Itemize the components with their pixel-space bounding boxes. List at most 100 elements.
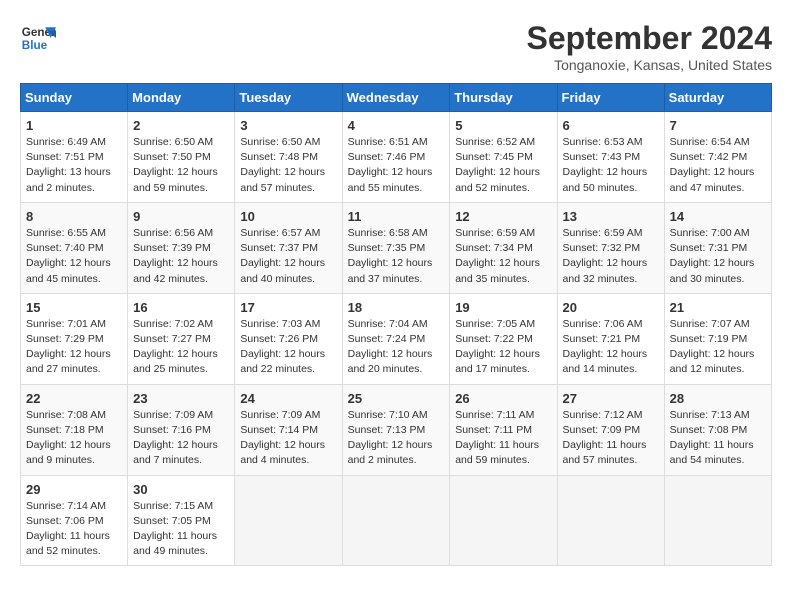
day-number: 22: [26, 391, 122, 406]
day-of-week-header: Friday: [557, 84, 664, 112]
day-info: Sunrise: 7:02 AM Sunset: 7:27 PM Dayligh…: [133, 317, 229, 378]
calendar-day-cell: 29Sunrise: 7:14 AM Sunset: 7:06 PM Dayli…: [21, 475, 128, 566]
calendar-day-cell: 12 Sunrise: 6:59 AM Sunset: 7:34 PM Dayli…: [450, 202, 557, 293]
day-info: Sunrise: 7:07 AM Sunset: 7:19 PM Dayligh…: [670, 317, 766, 378]
day-number: 28: [670, 391, 766, 406]
day-info: Sunrise: 7:11 AM Sunset: 7:11 PM Dayligh…: [455, 408, 551, 469]
logo-icon: General Blue: [20, 20, 56, 56]
calendar-day-cell: 21Sunrise: 7:07 AM Sunset: 7:19 PM Dayli…: [664, 293, 771, 384]
day-info: Sunrise: 7:13 AM Sunset: 7:08 PM Dayligh…: [670, 408, 766, 469]
day-info: Sunrise: 6:51 AM Sunset: 7:46 PM Dayligh…: [348, 135, 445, 196]
day-info: Sunrise: 6:53 AM Sunset: 7:43 PM Dayligh…: [563, 135, 659, 196]
day-number: 14: [670, 209, 766, 224]
day-info: Sunrise: 6:58 AM Sunset: 7:35 PM Dayligh…: [348, 226, 445, 287]
calendar-day-cell: 25 Sunrise: 7:10 AM Sunset: 7:13 PM Dayli…: [342, 384, 450, 475]
day-number: 1: [26, 118, 122, 133]
day-info: Sunrise: 6:59 AM Sunset: 7:32 PM Dayligh…: [563, 226, 659, 287]
day-info: Sunrise: 7:15 AM Sunset: 7:05 PM Dayligh…: [133, 499, 229, 560]
logo: General Blue: [20, 20, 56, 56]
day-info: Sunrise: 7:10 AM Sunset: 7:13 PM Dayligh…: [348, 408, 445, 469]
day-number: 20: [563, 300, 659, 315]
day-number: 5: [455, 118, 551, 133]
calendar-day-cell: 3Sunrise: 6:50 AM Sunset: 7:48 PM Daylig…: [235, 112, 342, 203]
calendar-day-cell: 28 Sunrise: 7:13 AM Sunset: 7:08 PM Dayli…: [664, 384, 771, 475]
day-number: 10: [240, 209, 336, 224]
calendar-day-cell: 18Sunrise: 7:04 AM Sunset: 7:24 PM Dayli…: [342, 293, 450, 384]
day-info: Sunrise: 6:55 AM Sunset: 7:40 PM Dayligh…: [26, 226, 122, 287]
calendar-day-cell: 4 Sunrise: 6:51 AM Sunset: 7:46 PM Daylig…: [342, 112, 450, 203]
calendar-day-cell: 27Sunrise: 7:12 AM Sunset: 7:09 PM Dayli…: [557, 384, 664, 475]
day-info: Sunrise: 7:01 AM Sunset: 7:29 PM Dayligh…: [26, 317, 122, 378]
calendar-day-cell: 8 Sunrise: 6:55 AM Sunset: 7:40 PM Daylig…: [21, 202, 128, 293]
month-year: September 2024: [527, 20, 772, 57]
day-info: Sunrise: 7:09 AM Sunset: 7:14 PM Dayligh…: [240, 408, 336, 469]
day-number: 9: [133, 209, 229, 224]
calendar-day-cell: 5 Sunrise: 6:52 AM Sunset: 7:45 PM Daylig…: [450, 112, 557, 203]
day-number: 30: [133, 482, 229, 497]
day-info: Sunrise: 6:54 AM Sunset: 7:42 PM Dayligh…: [670, 135, 766, 196]
day-number: 7: [670, 118, 766, 133]
calendar-day-cell: 11 Sunrise: 6:58 AM Sunset: 7:35 PM Dayli…: [342, 202, 450, 293]
calendar-day-cell: [557, 475, 664, 566]
day-number: 15: [26, 300, 122, 315]
day-info: Sunrise: 7:04 AM Sunset: 7:24 PM Dayligh…: [348, 317, 445, 378]
day-info: Sunrise: 7:06 AM Sunset: 7:21 PM Dayligh…: [563, 317, 659, 378]
day-number: 16: [133, 300, 229, 315]
day-info: Sunrise: 6:56 AM Sunset: 7:39 PM Dayligh…: [133, 226, 229, 287]
calendar-day-cell: 24 Sunrise: 7:09 AM Sunset: 7:14 PM Dayli…: [235, 384, 342, 475]
day-number: 12: [455, 209, 551, 224]
calendar-week-row: 1 Sunrise: 6:49 AM Sunset: 7:51 PM Daylig…: [21, 112, 772, 203]
calendar-day-cell: 13Sunrise: 6:59 AM Sunset: 7:32 PM Dayli…: [557, 202, 664, 293]
page-header: General Blue September 2024 Tonganoxie, …: [20, 20, 772, 73]
calendar-day-cell: 30 Sunrise: 7:15 AM Sunset: 7:05 PM Dayli…: [128, 475, 235, 566]
calendar-week-row: 29Sunrise: 7:14 AM Sunset: 7:06 PM Dayli…: [21, 475, 772, 566]
day-number: 17: [240, 300, 336, 315]
day-info: Sunrise: 7:05 AM Sunset: 7:22 PM Dayligh…: [455, 317, 551, 378]
day-info: Sunrise: 7:00 AM Sunset: 7:31 PM Dayligh…: [670, 226, 766, 287]
day-number: 3: [240, 118, 336, 133]
calendar-week-row: 8 Sunrise: 6:55 AM Sunset: 7:40 PM Daylig…: [21, 202, 772, 293]
calendar-day-cell: 15 Sunrise: 7:01 AM Sunset: 7:29 PM Dayli…: [21, 293, 128, 384]
day-of-week-header: Thursday: [450, 84, 557, 112]
day-info: Sunrise: 6:59 AM Sunset: 7:34 PM Dayligh…: [455, 226, 551, 287]
calendar-week-row: 15 Sunrise: 7:01 AM Sunset: 7:29 PM Dayli…: [21, 293, 772, 384]
calendar-day-cell: 7 Sunrise: 6:54 AM Sunset: 7:42 PM Daylig…: [664, 112, 771, 203]
day-info: Sunrise: 6:57 AM Sunset: 7:37 PM Dayligh…: [240, 226, 336, 287]
calendar-week-row: 22 Sunrise: 7:08 AM Sunset: 7:18 PM Dayli…: [21, 384, 772, 475]
calendar-day-cell: [664, 475, 771, 566]
day-info: Sunrise: 7:03 AM Sunset: 7:26 PM Dayligh…: [240, 317, 336, 378]
calendar-header-row: SundayMondayTuesdayWednesdayThursdayFrid…: [21, 84, 772, 112]
calendar-table: SundayMondayTuesdayWednesdayThursdayFrid…: [20, 83, 772, 566]
day-number: 23: [133, 391, 229, 406]
day-of-week-header: Saturday: [664, 84, 771, 112]
day-number: 4: [348, 118, 445, 133]
calendar-day-cell: 10 Sunrise: 6:57 AM Sunset: 7:37 PM Dayli…: [235, 202, 342, 293]
day-number: 8: [26, 209, 122, 224]
day-info: Sunrise: 6:49 AM Sunset: 7:51 PM Dayligh…: [26, 135, 122, 196]
calendar-day-cell: 6Sunrise: 6:53 AM Sunset: 7:43 PM Daylig…: [557, 112, 664, 203]
calendar-day-cell: [235, 475, 342, 566]
day-info: Sunrise: 7:14 AM Sunset: 7:06 PM Dayligh…: [26, 499, 122, 560]
day-of-week-header: Wednesday: [342, 84, 450, 112]
day-number: 24: [240, 391, 336, 406]
calendar-day-cell: 22 Sunrise: 7:08 AM Sunset: 7:18 PM Dayli…: [21, 384, 128, 475]
day-of-week-header: Sunday: [21, 84, 128, 112]
calendar-day-cell: 1 Sunrise: 6:49 AM Sunset: 7:51 PM Daylig…: [21, 112, 128, 203]
calendar-day-cell: 17 Sunrise: 7:03 AM Sunset: 7:26 PM Dayli…: [235, 293, 342, 384]
day-info: Sunrise: 7:08 AM Sunset: 7:18 PM Dayligh…: [26, 408, 122, 469]
title-block: September 2024 Tonganoxie, Kansas, Unite…: [527, 20, 772, 73]
calendar-day-cell: 23Sunrise: 7:09 AM Sunset: 7:16 PM Dayli…: [128, 384, 235, 475]
day-number: 25: [348, 391, 445, 406]
day-of-week-header: Monday: [128, 84, 235, 112]
day-number: 26: [455, 391, 551, 406]
day-info: Sunrise: 6:50 AM Sunset: 7:50 PM Dayligh…: [133, 135, 229, 196]
calendar-day-cell: [450, 475, 557, 566]
calendar-day-cell: 26 Sunrise: 7:11 AM Sunset: 7:11 PM Dayli…: [450, 384, 557, 475]
day-of-week-header: Tuesday: [235, 84, 342, 112]
calendar-day-cell: 20 Sunrise: 7:06 AM Sunset: 7:21 PM Dayli…: [557, 293, 664, 384]
calendar-day-cell: 14 Sunrise: 7:00 AM Sunset: 7:31 PM Dayli…: [664, 202, 771, 293]
day-info: Sunrise: 6:52 AM Sunset: 7:45 PM Dayligh…: [455, 135, 551, 196]
day-number: 11: [348, 209, 445, 224]
day-number: 27: [563, 391, 659, 406]
day-number: 2: [133, 118, 229, 133]
